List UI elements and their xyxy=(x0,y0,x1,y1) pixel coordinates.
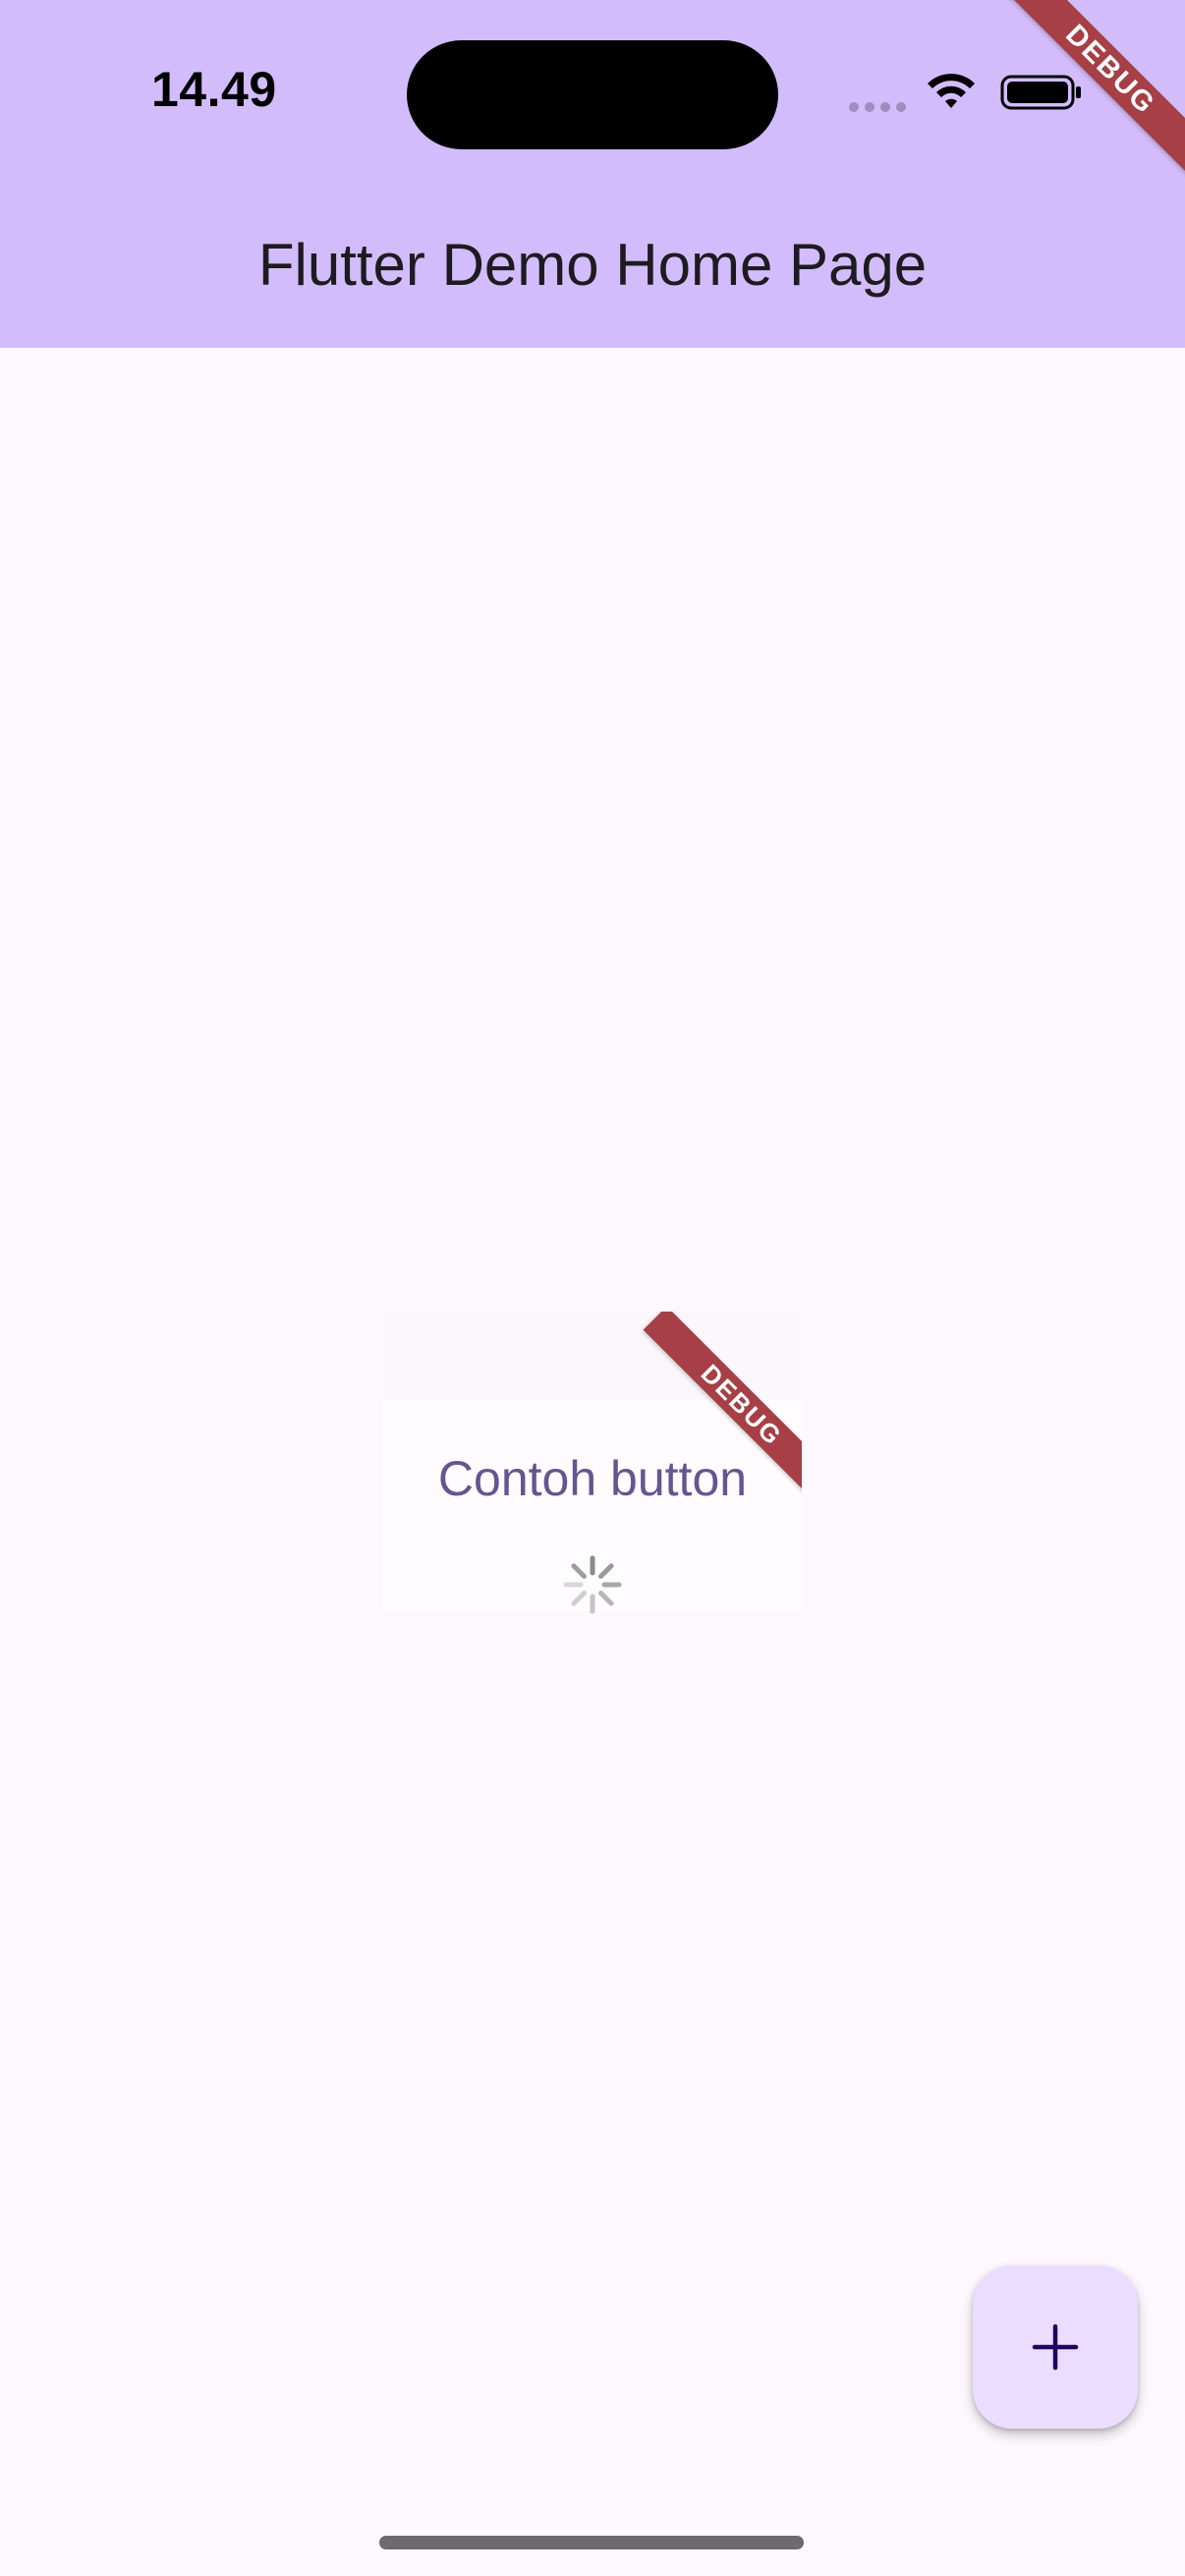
signal-dots-icon xyxy=(849,102,908,112)
activity-spinner-icon xyxy=(563,1555,622,1614)
plus-icon xyxy=(1032,2324,1079,2371)
add-fab-button[interactable] xyxy=(973,2266,1138,2429)
contoh-button[interactable]: Contoh button xyxy=(383,1434,802,1523)
home-indicator[interactable] xyxy=(379,2536,804,2549)
battery-icon xyxy=(1000,75,1081,110)
dynamic-island xyxy=(407,40,778,149)
page-title: Flutter Demo Home Page xyxy=(257,232,928,298)
status-bar-time: 14.49 xyxy=(151,62,277,117)
app-bar: 14.49 Flutter Demo Home Page xyxy=(0,0,1185,348)
wifi-icon xyxy=(928,74,975,108)
